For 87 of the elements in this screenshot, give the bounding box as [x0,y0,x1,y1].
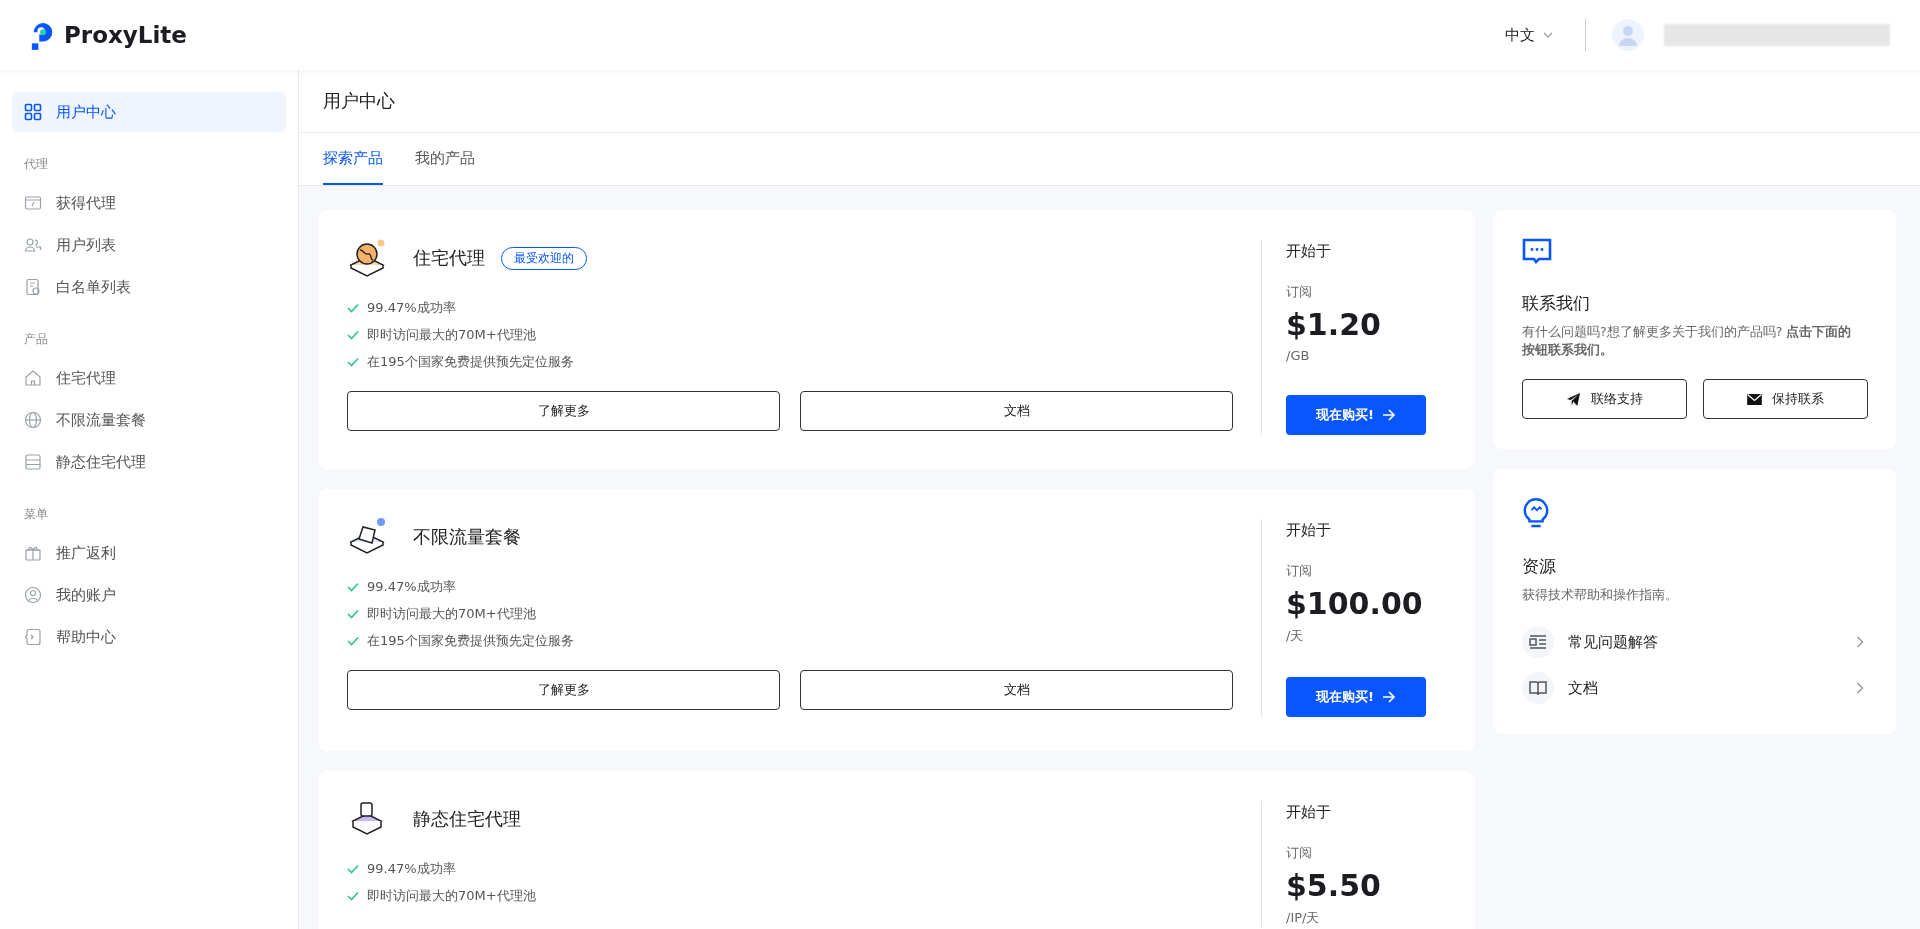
plan-label: 订阅 [1286,283,1313,301]
feature-text: 即时访问最大的70M+代理池 [367,325,536,344]
avatar-icon[interactable] [1612,19,1644,51]
arrow-right-icon [1381,691,1396,703]
sidebar-item[interactable]: 住宅代理 [12,358,286,398]
check-icon [347,581,359,592]
feature-text: 在195个国家免费提供预先定位服务 [367,631,574,650]
product-title: 静态住宅代理 [413,807,521,831]
faq-list-icon [1522,626,1554,659]
contact-title: 联系我们 [1522,292,1591,315]
price: $100.00 [1286,586,1424,621]
arrow-right-icon [1381,409,1396,421]
support-button[interactable]: 联络支持 [1522,379,1687,420]
paper-plane-icon [1566,391,1581,407]
learn-more-button[interactable]: 了解更多 [347,670,780,710]
resources-subtitle: 获得技术帮助和操作指南。 [1522,586,1679,605]
feature-text: 99.47%成功率 [367,577,456,596]
docs-button[interactable]: 文档 [800,670,1233,710]
house-icon [24,369,42,387]
price-label: 开始于 [1286,521,1332,540]
section-label: 产品 [23,331,49,348]
chevron-right-icon [1856,682,1864,695]
check-icon [347,890,359,901]
envelope-icon [1747,393,1762,405]
price-unit: /GB [1286,348,1311,363]
sidebar-item[interactable]: 推广返利 [12,533,286,573]
sidebar-item[interactable]: 我的账户 [12,575,286,615]
contact-text: 有什么问题吗?想了解更多关于我们的产品吗? 点击下面的按钮联系我们。 [1522,323,1853,360]
price: $5.50 [1286,868,1382,903]
tab[interactable]: 我的产品 [415,133,475,185]
plan-label: 订阅 [1286,844,1313,862]
resource-link[interactable]: 常见问题解答 [1522,626,1868,659]
resources-title: 资源 [1522,555,1557,579]
feature-text: 即时访问最大的70M+代理池 [367,886,536,905]
feature-text: 在195个国家免费提供预先定位服务 [367,352,574,371]
check-icon [347,302,359,313]
language-selector[interactable]: 中文 [1499,21,1559,49]
document-code-icon [24,628,42,646]
product-icon [347,238,387,278]
buy-button[interactable]: 现在购买! [1286,395,1426,435]
brand-name: ProxyLite [64,22,187,48]
sidebar-item[interactable]: 帮助中心 [12,617,286,657]
price-label: 开始于 [1286,242,1332,261]
plan-label: 订阅 [1286,562,1313,580]
check-icon [347,608,359,619]
price-unit: /IP/天 [1286,909,1321,927]
user-circle-icon [24,586,42,604]
sidebar-item[interactable]: 静态住宅代理 [12,442,286,482]
feature-text: 99.47%成功率 [367,298,456,317]
price-unit: /天 [1286,627,1305,645]
sidebar-item[interactable]: 获得代理 [12,183,286,223]
feature-text: 即时访问最大的70M+代理池 [367,604,536,623]
sidebar-item[interactable]: 白名单列表 [12,267,286,307]
price-label: 开始于 [1286,803,1332,822]
check-icon [347,356,359,367]
section-label: 菜单 [23,506,49,523]
check-icon [347,863,359,874]
sidebar-item[interactable]: 用户列表 [12,225,286,265]
chat-icon [1522,238,1552,266]
section-label: 代理 [23,156,49,173]
learn-more-button[interactable]: 了解更多 [347,391,780,431]
resource-link[interactable]: 文档 [1522,672,1868,705]
price: $1.20 [1286,307,1382,342]
globe-icon [24,411,42,429]
document-check-icon [24,278,42,296]
sidebar-item[interactable]: 用户中心 [12,92,286,132]
browser-code-icon [24,194,42,212]
buy-button[interactable]: 现在购买! [1286,677,1426,717]
book-icon [1522,672,1554,705]
docs-button[interactable]: 文档 [800,391,1233,431]
gift-icon [24,544,42,562]
contact-button[interactable]: 保持联系 [1703,379,1868,420]
users-icon [24,236,42,254]
check-icon [347,635,359,646]
check-icon [347,329,359,340]
grid-icon [24,103,42,121]
product-icon [347,517,387,557]
product-title: 住宅代理 [413,246,485,270]
page-title: 用户中心 [323,89,395,113]
chevron-right-icon [1856,636,1864,649]
lightbulb-icon [1522,497,1550,530]
list-icon [24,453,42,471]
product-title: 不限流量套餐 [413,525,521,549]
tab[interactable]: 探索产品 [323,133,383,185]
feature-text: 99.47%成功率 [367,859,456,878]
sidebar-item[interactable]: 不限流量套餐 [12,400,286,440]
chevron-down-icon [1543,32,1553,38]
